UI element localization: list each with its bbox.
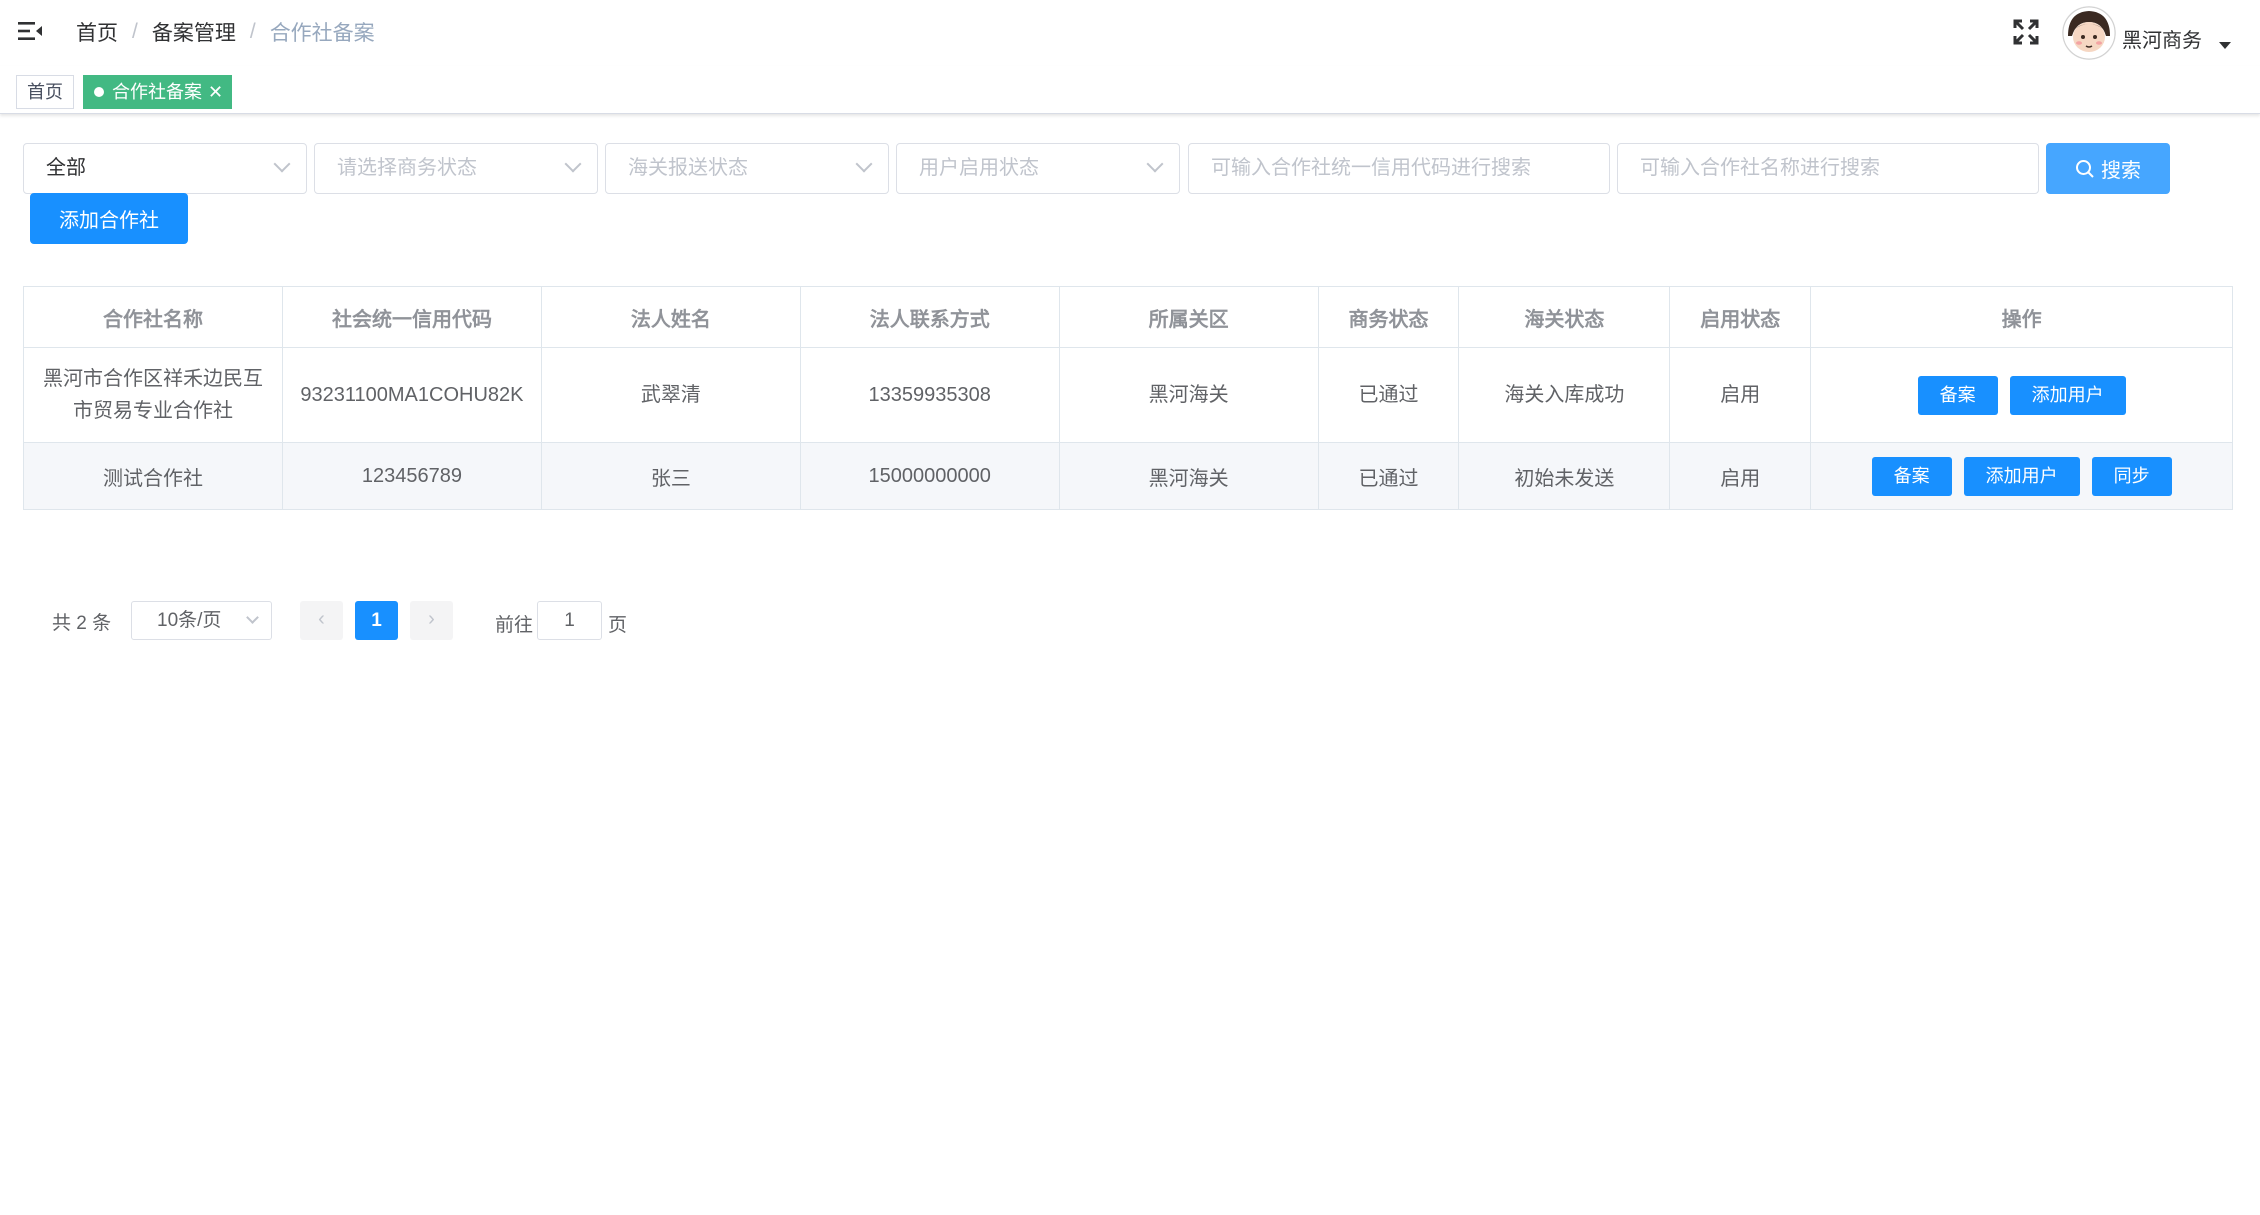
cell-district: 黑河海关 xyxy=(1058,347,1319,443)
fullscreen-icon[interactable] xyxy=(2010,16,2042,48)
caret-down-icon[interactable] xyxy=(2219,42,2231,49)
goto-label: 前往 xyxy=(495,615,534,636)
breadcrumb: 首页 / 备案管理 / 合作社备案 xyxy=(76,14,375,50)
sync-button[interactable]: 同步 xyxy=(2091,456,2172,496)
page-suffix-label: 页 xyxy=(608,615,628,636)
page-jump-input[interactable]: 1 xyxy=(537,601,602,640)
business-status-select[interactable]: 请选择商务状态 xyxy=(314,143,598,194)
add-cooperative-button[interactable]: 添加合作社 xyxy=(30,193,188,244)
breadcrumb-filing-management[interactable]: 备案管理 xyxy=(152,17,236,47)
cooperative-table: 合作社名称 社会统一信用代码 法人姓名 法人联系方式 所属关区 商务状态 海关状… xyxy=(23,286,2233,510)
column-header: 海关状态 xyxy=(1458,286,1671,348)
business-status-placeholder: 请选择商务状态 xyxy=(337,157,477,179)
breadcrumb-separator: / xyxy=(132,20,138,43)
cell-customs-status: 初始未发送 xyxy=(1458,442,1671,510)
cell-enabled-status: 启用 xyxy=(1669,442,1812,510)
search-icon xyxy=(2076,159,2094,178)
cell-legal-person: 武翠清 xyxy=(540,347,801,443)
column-header: 操作 xyxy=(1810,286,2233,348)
column-header: 法人姓名 xyxy=(540,286,801,348)
tags-view: 首页 合作社备案 ✕ xyxy=(0,66,2260,114)
cell-name: 黑河市合作区祥禾边民互市贸易专业合作社 xyxy=(23,347,283,443)
add-user-button[interactable]: 添加用户 xyxy=(2009,375,2126,415)
cell-business-status: 已通过 xyxy=(1317,347,1460,443)
cell-credit-code: 123456789 xyxy=(281,442,542,510)
breadcrumb-home[interactable]: 首页 xyxy=(76,17,118,47)
cell-business-status: 已通过 xyxy=(1317,442,1460,510)
breadcrumb-current-page: 合作社备案 xyxy=(269,22,375,45)
tag-label: 合作社备案 xyxy=(112,82,202,102)
navbar: 首页 / 备案管理 / 合作社备案 黑河商务 xyxy=(0,0,2260,66)
cell-phone: 15000000000 xyxy=(799,442,1060,510)
credit-code-search-input[interactable]: 可输入合作社统一信用代码进行搜索 xyxy=(1188,143,1610,194)
cell-district: 黑河海关 xyxy=(1058,442,1319,510)
search-button[interactable]: 搜索 xyxy=(2046,143,2170,194)
active-dot-icon xyxy=(94,87,104,97)
page-number-current[interactable]: 1 xyxy=(355,601,398,640)
column-header: 社会统一信用代码 xyxy=(281,286,542,348)
customs-status-placeholder: 海关报送状态 xyxy=(628,157,748,179)
chevron-down-icon xyxy=(246,611,259,624)
cell-name-text: 黑河市合作区祥禾边民互市贸易专业合作社 xyxy=(42,368,263,422)
cooperative-name-search-input[interactable]: 可输入合作社名称进行搜索 xyxy=(1617,143,2039,194)
customs-status-select[interactable]: 海关报送状态 xyxy=(605,143,889,194)
add-user-button[interactable]: 添加用户 xyxy=(1963,456,2080,496)
user-status-placeholder: 用户启用状态 xyxy=(919,157,1039,179)
prev-page-button[interactable]: ‹ xyxy=(300,601,343,640)
cooperative-name-placeholder: 可输入合作社名称进行搜索 xyxy=(1640,157,1880,179)
column-header: 合作社名称 xyxy=(23,286,283,348)
user-status-select[interactable]: 用户启用状态 xyxy=(896,143,1180,194)
cell-credit-code: 93231100MA1COHU82K xyxy=(281,347,542,443)
cell-actions: 备案 添加用户 xyxy=(1810,347,2233,443)
credit-code-placeholder: 可输入合作社统一信用代码进行搜索 xyxy=(1211,157,1531,179)
column-header: 商务状态 xyxy=(1317,286,1460,348)
cell-enabled-status: 启用 xyxy=(1669,347,1812,443)
cell-legal-person: 张三 xyxy=(540,442,801,510)
chevron-down-icon xyxy=(855,155,873,173)
cell-actions: 备案 添加用户 同步 xyxy=(1810,442,2233,510)
tag-cooperative-filing[interactable]: 合作社备案 ✕ xyxy=(83,75,232,109)
cell-name: 测试合作社 xyxy=(23,442,283,510)
next-page-button[interactable]: › xyxy=(410,601,453,640)
page-size-select[interactable]: 10条/页 xyxy=(131,601,272,640)
region-select[interactable]: 全部 xyxy=(23,143,307,194)
hamburger-icon[interactable] xyxy=(16,17,44,45)
filing-button[interactable]: 备案 xyxy=(1871,456,1952,496)
table-row: 测试合作社 123456789 张三 15000000000 黑河海关 已通过 … xyxy=(23,442,2233,510)
column-header: 法人联系方式 xyxy=(799,286,1060,348)
chevron-down-icon xyxy=(564,155,582,173)
table-row: 黑河市合作区祥禾边民互市贸易专业合作社 93231100MA1COHU82K 武… xyxy=(23,347,2233,443)
column-header: 启用状态 xyxy=(1669,286,1812,348)
chevron-down-icon xyxy=(1146,155,1164,173)
cell-customs-status: 海关入库成功 xyxy=(1458,347,1671,443)
tag-home[interactable]: 首页 xyxy=(16,75,74,109)
pagination-total: 共 2 条 xyxy=(52,613,112,634)
username[interactable]: 黑河商务 xyxy=(2122,24,2202,53)
chevron-down-icon xyxy=(273,155,291,173)
table-header-row: 合作社名称 社会统一信用代码 法人姓名 法人联系方式 所属关区 商务状态 海关状… xyxy=(23,286,2233,348)
page-size-value: 10条/页 xyxy=(157,610,222,631)
cell-phone: 13359935308 xyxy=(799,347,1060,443)
column-header: 所属关区 xyxy=(1058,286,1319,348)
search-button-label: 搜索 xyxy=(2101,160,2141,182)
filing-button[interactable]: 备案 xyxy=(1917,375,1998,415)
avatar[interactable] xyxy=(2062,6,2116,60)
region-select-value: 全部 xyxy=(46,157,86,179)
close-icon[interactable]: ✕ xyxy=(208,76,223,108)
breadcrumb-separator: / xyxy=(249,20,256,43)
